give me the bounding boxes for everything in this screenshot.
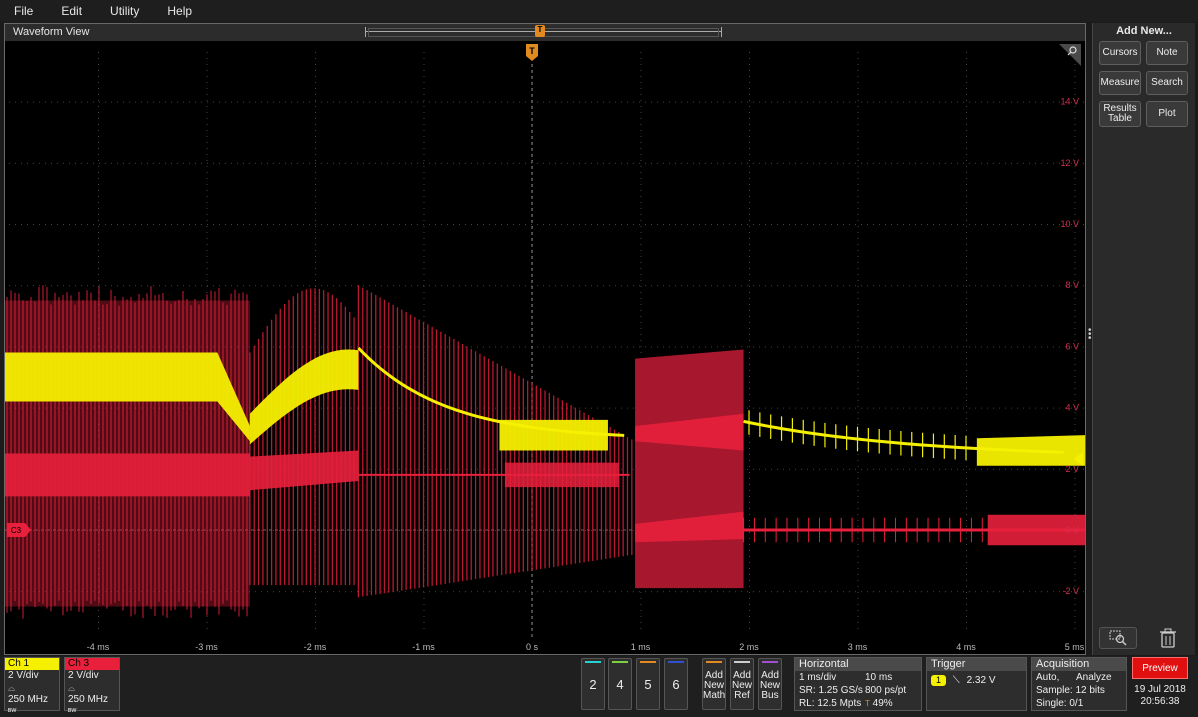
y-tick-label: 6 V bbox=[1065, 341, 1079, 351]
x-tick-label: 3 ms bbox=[848, 642, 868, 652]
sidebar-title: Add New... bbox=[1093, 25, 1195, 39]
zoom-icon[interactable] bbox=[1099, 627, 1137, 649]
trigger-source: 1 bbox=[931, 675, 946, 686]
waveform-view-title: Waveform View bbox=[13, 26, 89, 38]
acquisition-mode: Auto, bbox=[1036, 672, 1059, 683]
ch3-badge[interactable]: Ch 3 2 V/div ⌓ 250 MHz ᴮᵂ bbox=[64, 657, 120, 711]
menu-help[interactable]: Help bbox=[153, 4, 206, 18]
acquisition-sample: Sample: 12 bits bbox=[1032, 684, 1126, 697]
y-tick-label: 14 V bbox=[1060, 97, 1079, 107]
ch1-scale: 2 V/div bbox=[5, 670, 59, 682]
trigger-title: Trigger bbox=[927, 658, 1026, 671]
x-axis-labels: -4 ms -3 ms -2 ms -1 ms 0 s 1 ms 2 ms 3 ms 4 ms 5… bbox=[87, 642, 1085, 652]
acquisition-title: Acquisition bbox=[1032, 658, 1126, 671]
horizontal-scale: 1 ms/div bbox=[799, 672, 836, 683]
horizontal-title: Horizontal bbox=[795, 658, 921, 671]
plot-button[interactable]: Plot bbox=[1146, 101, 1188, 127]
date-time: 19 Jul 2018 20:56:38 bbox=[1132, 684, 1188, 708]
horizontal-duration: 10 ms bbox=[865, 671, 892, 684]
y-tick-label: 8 V bbox=[1065, 280, 1079, 290]
add-new-bus-button[interactable]: Add New Bus bbox=[758, 658, 782, 710]
waveform-plot[interactable]: 14 V 12 V 10 V 8 V 6 V 4 V 2 V 0 V -2 V -4 ms -3 … bbox=[5, 42, 1085, 654]
ch1-probe-icon: ⌓ bbox=[5, 682, 59, 694]
x-tick-label: 0 s bbox=[526, 642, 539, 652]
falling-edge-icon: ⟍ bbox=[953, 675, 960, 686]
trigger-level: 2.32 V bbox=[967, 675, 996, 686]
x-tick-label: 4 ms bbox=[956, 642, 976, 652]
settings-bar: Ch 1 2 V/div ⌓ 250 MHz ᴮᵂ Ch 3 2 V/div ⌓… bbox=[0, 656, 1198, 717]
zoom-corner-icon[interactable] bbox=[1059, 44, 1081, 66]
menu-file[interactable]: File bbox=[0, 4, 47, 18]
record-length: RL: 12.5 Mpts bbox=[799, 698, 861, 709]
channel-6-button[interactable]: 6 bbox=[664, 658, 688, 710]
measure-button[interactable]: Measure bbox=[1099, 71, 1141, 95]
horizontal-position: T 49% bbox=[865, 697, 893, 710]
date-display: 19 Jul 2018 bbox=[1132, 684, 1188, 696]
x-tick-label: 1 ms bbox=[631, 642, 651, 652]
ch1-label: Ch 1 bbox=[5, 658, 59, 670]
x-tick-label: 5 ms bbox=[1065, 642, 1085, 652]
menu-bar: File Edit Utility Help bbox=[0, 0, 1198, 22]
trash-icon[interactable] bbox=[1155, 627, 1181, 649]
x-tick-label: -4 ms bbox=[87, 642, 110, 652]
trigger-marker-label: T bbox=[529, 46, 535, 56]
ch3-marker-label: C3 bbox=[11, 526, 22, 535]
add-new-sidebar: Add New... Cursors Note Measure Search R… bbox=[1092, 23, 1195, 655]
time-display: 20:56:38 bbox=[1132, 696, 1188, 708]
y-tick-label: 4 V bbox=[1065, 403, 1079, 413]
x-tick-label: 2 ms bbox=[739, 642, 759, 652]
ch3-label: Ch 3 bbox=[65, 658, 119, 670]
add-new-ref-button[interactable]: Add New Ref bbox=[730, 658, 754, 710]
acquisition-panel[interactable]: Acquisition Auto, Analyze Sample: 12 bits… bbox=[1031, 657, 1127, 711]
trigger-panel[interactable]: Trigger 1 ⟍ 2.32 V bbox=[926, 657, 1027, 711]
preview-button[interactable]: Preview bbox=[1132, 657, 1188, 679]
sidebar-resize-handle[interactable]: • • • bbox=[1088, 329, 1092, 341]
time-resolution: 800 ps/pt bbox=[865, 684, 906, 697]
ch1-badge[interactable]: Ch 1 2 V/div ⌓ 250 MHz ᴮᵂ bbox=[4, 657, 60, 711]
acquisition-action: Analyze bbox=[1076, 671, 1112, 684]
results-table-button[interactable]: Results Table bbox=[1099, 101, 1141, 127]
sidebar-button-grid: Cursors Note Measure Search Results Tabl… bbox=[1099, 41, 1190, 127]
y-tick-label: 12 V bbox=[1060, 158, 1079, 168]
ch3-scale: 2 V/div bbox=[65, 670, 119, 682]
x-tick-label: -1 ms bbox=[412, 642, 435, 652]
add-new-math-button[interactable]: Add New Math bbox=[702, 658, 726, 710]
sample-rate: SR: 1.25 GS/s bbox=[799, 685, 863, 696]
horizontal-panel[interactable]: Horizontal 1 ms/div 10 ms SR: 1.25 GS/s 80… bbox=[794, 657, 922, 711]
search-button[interactable]: Search bbox=[1146, 71, 1188, 95]
menu-utility[interactable]: Utility bbox=[96, 4, 153, 18]
ch3-bandwidth: 250 MHz ᴮᵂ bbox=[65, 694, 119, 717]
record-trigger-marker: T bbox=[535, 25, 545, 37]
x-tick-label: -2 ms bbox=[304, 642, 327, 652]
ch3-probe-icon: ⌓ bbox=[65, 682, 119, 694]
channel-4-button[interactable]: 4 bbox=[608, 658, 632, 710]
y-tick-label: 2 V bbox=[1065, 464, 1079, 474]
menu-edit[interactable]: Edit bbox=[47, 4, 96, 18]
x-tick-label: -3 ms bbox=[195, 642, 218, 652]
channel-5-button[interactable]: 5 bbox=[636, 658, 660, 710]
y-tick-label: -2 V bbox=[1062, 586, 1079, 596]
channel-2-button[interactable]: 2 bbox=[581, 658, 605, 710]
cursors-button[interactable]: Cursors bbox=[1099, 41, 1141, 65]
waveform-view[interactable]: Waveform View T 14 V 12 V 10 V 8 V 6 V 4 V 2 V… bbox=[4, 23, 1086, 655]
waveform-view-titlebar: Waveform View T bbox=[5, 24, 1085, 41]
ch1-bandwidth: 250 MHz ᴮᵂ bbox=[5, 694, 59, 717]
note-button[interactable]: Note bbox=[1146, 41, 1188, 65]
y-tick-label: 10 V bbox=[1060, 219, 1079, 229]
y-tick-label: 0 V bbox=[1065, 525, 1079, 535]
acquisition-single: Single: 0/1 bbox=[1032, 697, 1126, 710]
